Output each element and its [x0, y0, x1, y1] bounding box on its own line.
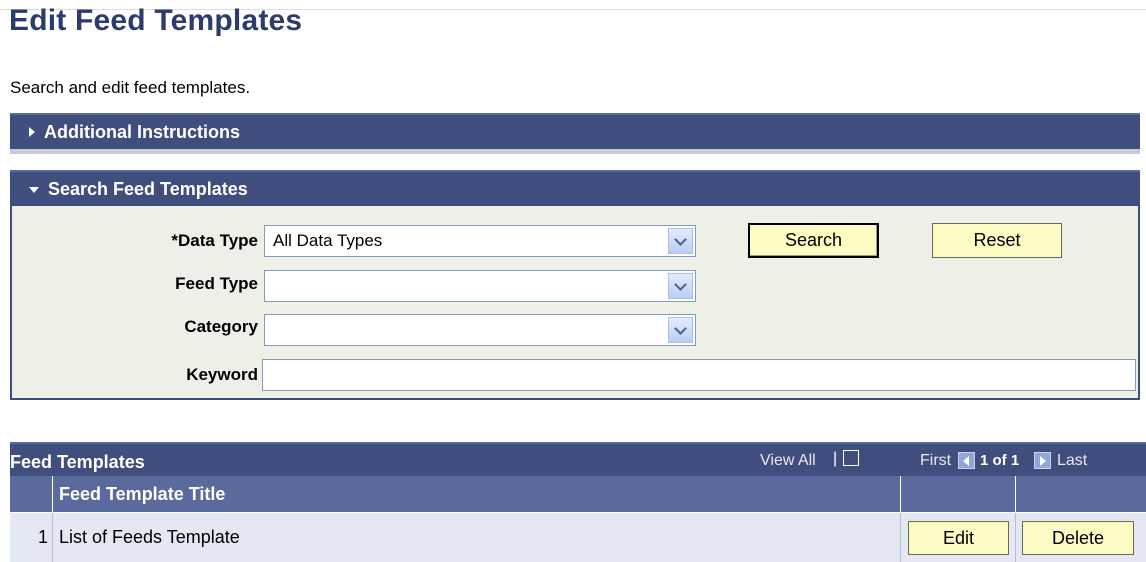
zoom-grid-icon[interactable]: [843, 450, 859, 466]
edit-column-header: [900, 476, 1015, 512]
feed-type-select[interactable]: [264, 270, 696, 302]
search-feed-templates-label: Search Feed Templates: [48, 178, 248, 199]
delete-column-header: [1015, 476, 1146, 512]
section-divider: [10, 149, 1140, 154]
feed-type-dropdown-button[interactable]: [668, 273, 693, 299]
last-link[interactable]: Last: [1057, 452, 1087, 470]
grid-title: Feed Templates: [10, 452, 145, 472]
row-number-column-header: [10, 476, 52, 512]
search-feed-templates-toggle[interactable]: Search Feed Templates: [10, 170, 1140, 206]
page-title: Edit Feed Templates: [9, 4, 303, 37]
reset-button[interactable]: Reset: [932, 223, 1062, 258]
page-counter: 1 of 1: [980, 452, 1020, 469]
data-type-label: *Data Type: [171, 231, 258, 250]
edit-cell: Edit: [900, 513, 1015, 562]
page-description: Search and edit feed templates.: [10, 78, 251, 97]
category-label: Category: [184, 317, 258, 336]
category-dropdown-button[interactable]: [668, 317, 693, 343]
chevron-down-icon: [674, 277, 687, 291]
first-link[interactable]: First: [920, 452, 951, 470]
feed-templates-grid-header: Feed Templates View All | First 1 of 1 L…: [10, 442, 1146, 476]
nav-separator: |: [833, 450, 838, 467]
view-all-link[interactable]: View All: [760, 452, 816, 470]
search-panel: *Data Type All Data Types Feed Type Cate…: [10, 206, 1140, 400]
category-select[interactable]: [264, 314, 696, 346]
data-type-dropdown-button[interactable]: [668, 228, 693, 254]
additional-instructions-toggle[interactable]: Additional Instructions: [10, 113, 1140, 149]
additional-instructions-label: Additional Instructions: [44, 121, 240, 142]
feed-template-title-cell: List of Feeds Template: [52, 513, 900, 562]
search-button[interactable]: Search: [748, 223, 879, 258]
data-type-select[interactable]: All Data Types: [264, 225, 696, 257]
data-type-value: All Data Types: [273, 231, 383, 250]
chevron-down-icon: [674, 232, 687, 246]
chevron-down-icon: [674, 321, 687, 335]
first-page-icon[interactable]: [958, 452, 975, 469]
feed-template-title-column-header: Feed Template Title: [52, 476, 900, 512]
collapse-arrow-icon: [29, 187, 39, 193]
feed-type-label: Feed Type: [175, 274, 258, 293]
expand-arrow-icon: [29, 127, 35, 137]
row-number: 1: [10, 513, 52, 562]
edit-button[interactable]: Edit: [908, 521, 1009, 555]
keyword-input[interactable]: [262, 359, 1136, 391]
delete-button[interactable]: Delete: [1022, 521, 1134, 555]
keyword-label: Keyword: [186, 365, 258, 384]
delete-cell: Delete: [1015, 513, 1146, 562]
last-page-icon[interactable]: [1034, 452, 1051, 469]
